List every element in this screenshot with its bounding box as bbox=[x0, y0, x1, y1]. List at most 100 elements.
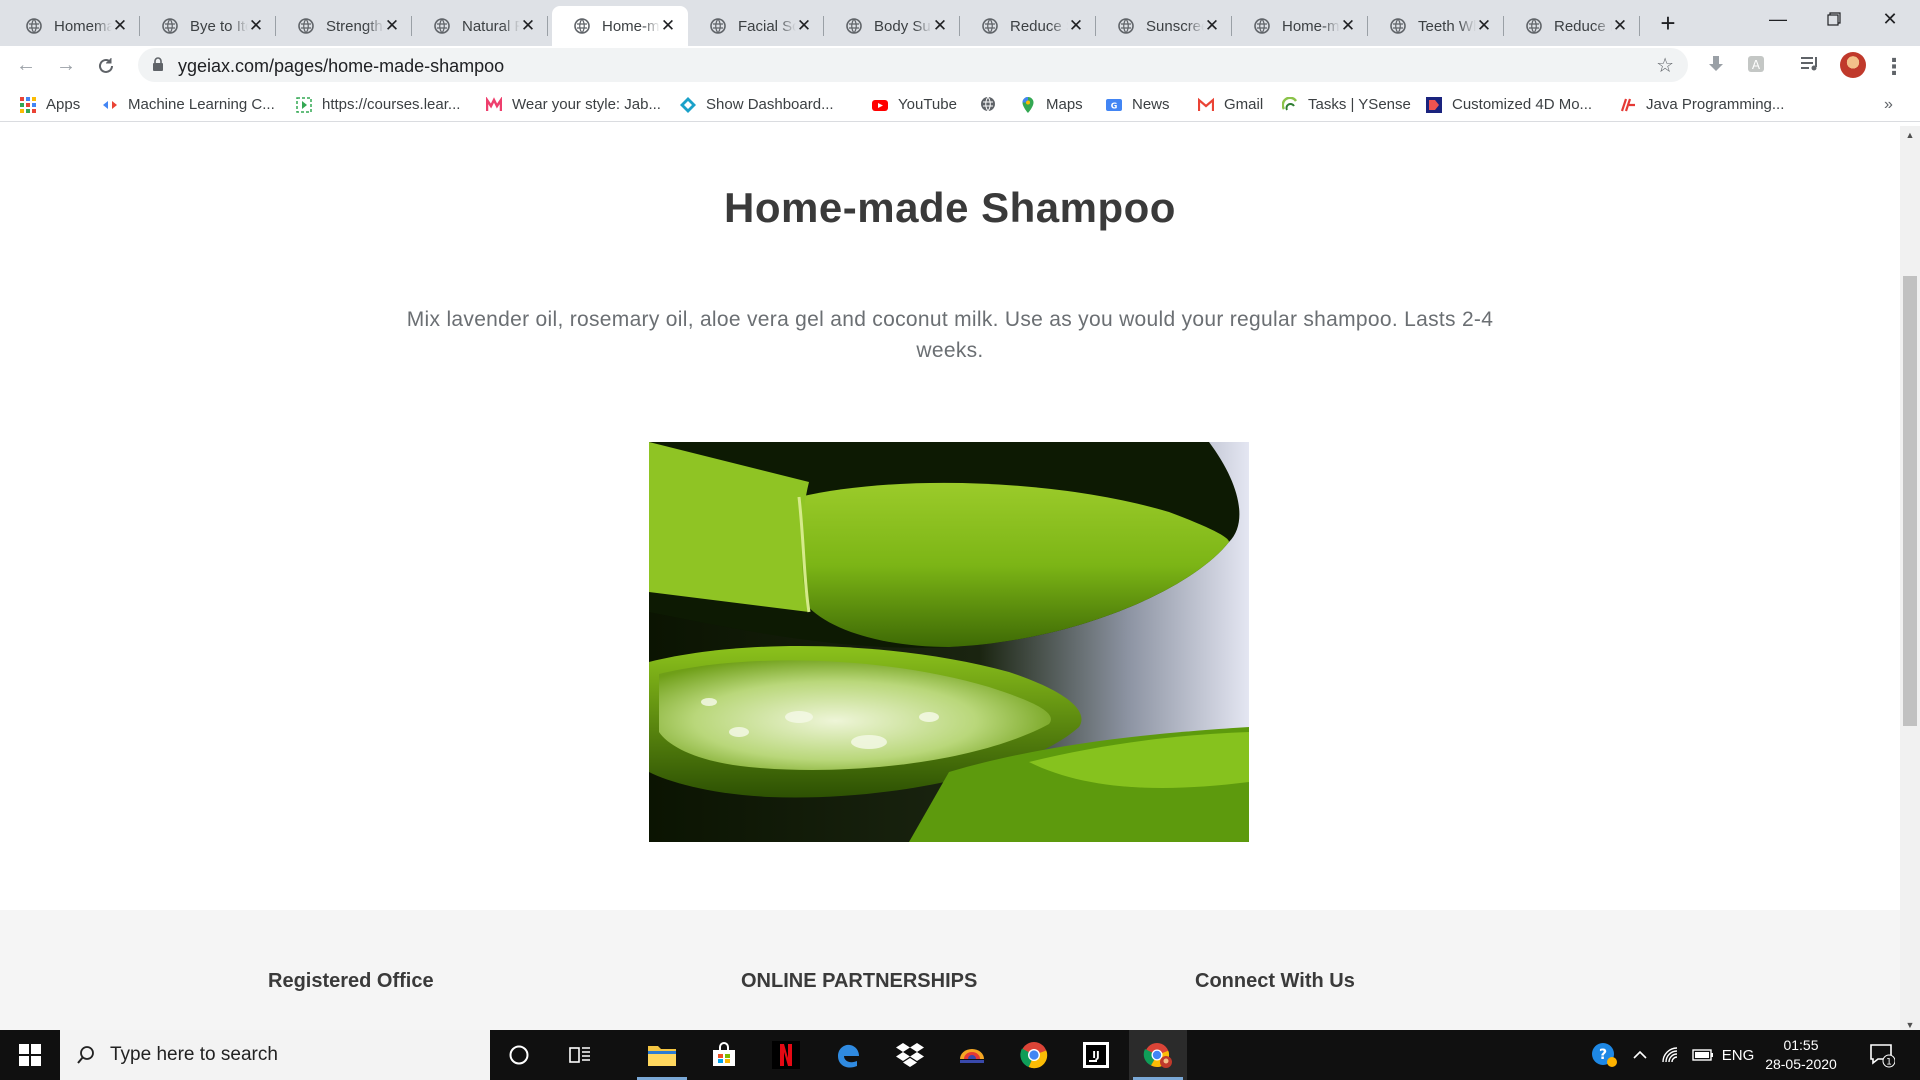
start-button[interactable] bbox=[0, 1030, 60, 1080]
minimize-button[interactable]: — bbox=[1750, 0, 1806, 38]
close-tab-icon[interactable]: ✕ bbox=[1476, 16, 1492, 36]
reload-button[interactable] bbox=[90, 50, 122, 82]
close-tab-icon[interactable]: ✕ bbox=[112, 16, 128, 36]
action-center-button[interactable]: 1 bbox=[1862, 1030, 1902, 1080]
folder-icon bbox=[648, 1046, 676, 1066]
wifi-icon[interactable] bbox=[1656, 1030, 1686, 1080]
bookmark-label: News bbox=[1132, 96, 1170, 113]
task-view-button[interactable] bbox=[551, 1030, 609, 1080]
bookmark-youtube[interactable]: YouTube bbox=[872, 96, 957, 113]
footer-connect-with-us: Connect With Us bbox=[1195, 970, 1355, 992]
bookmark-gmail[interactable]: Gmail bbox=[1198, 96, 1263, 113]
bookmark-apps[interactable]: Apps bbox=[20, 96, 80, 113]
bookmark-news[interactable]: G News bbox=[1106, 96, 1170, 113]
bookmark-label: Gmail bbox=[1224, 96, 1264, 113]
globe-icon bbox=[1118, 18, 1134, 34]
netflix-app[interactable] bbox=[757, 1030, 815, 1080]
globe-icon bbox=[846, 18, 862, 34]
tab-6[interactable]: Facial Scrub ✕ bbox=[688, 6, 824, 46]
bookmark-label: Machine Learning C... bbox=[128, 96, 275, 113]
tab-10[interactable]: Home-made Toothpaste ✕ bbox=[1232, 6, 1368, 46]
bookmark-4d[interactable]: Customized 4D Mo... bbox=[1426, 96, 1592, 113]
svg-text:IJ: IJ bbox=[1092, 1050, 1099, 1061]
tab-3[interactable]: Strengthen Nails ✕ bbox=[276, 6, 412, 46]
globe-icon bbox=[162, 18, 178, 34]
microsoft-store-app[interactable] bbox=[695, 1030, 753, 1080]
close-tab-icon[interactable]: ✕ bbox=[1340, 16, 1356, 36]
tab-9[interactable]: Sunscreen ✕ bbox=[1096, 6, 1232, 46]
download-extension-icon[interactable] bbox=[1704, 54, 1728, 78]
colorful-disc-icon bbox=[960, 1049, 984, 1063]
bookmark-courses[interactable]: https://courses.lear... bbox=[296, 96, 460, 113]
show-hidden-icons-chevron-icon[interactable] bbox=[1626, 1030, 1654, 1080]
globe-icon bbox=[434, 18, 450, 34]
tab-1[interactable]: Homemade Face Mask ✕ bbox=[4, 6, 140, 46]
maps-icon bbox=[1022, 96, 1034, 113]
file-explorer-app[interactable] bbox=[633, 1030, 691, 1080]
edge-app[interactable] bbox=[819, 1030, 877, 1080]
restore-icon bbox=[1827, 12, 1841, 26]
tab-8[interactable]: Reduce Scars ✕ bbox=[960, 6, 1096, 46]
media-app[interactable] bbox=[943, 1030, 1001, 1080]
scroll-up-arrow-icon[interactable]: ▲ bbox=[1900, 130, 1920, 140]
bookmark-label: Show Dashboard... bbox=[706, 96, 834, 113]
tab-12[interactable]: Reduce Pimples ✕ bbox=[1504, 6, 1640, 46]
clock-time: 01:55 bbox=[1783, 1037, 1819, 1053]
page-scrollbar[interactable]: ▲ ▼ bbox=[1900, 126, 1920, 1030]
scroll-down-arrow-icon[interactable]: ▼ bbox=[1900, 1020, 1920, 1030]
tab-5-active[interactable]: Home-made Shampoo ✕ bbox=[552, 6, 688, 46]
tab-11[interactable]: Teeth Whitening ✕ bbox=[1368, 6, 1504, 46]
footer-registered-office: Registered Office bbox=[268, 970, 434, 992]
tab-4[interactable]: Natural Remedies ✕ bbox=[412, 6, 548, 46]
close-window-button[interactable]: ✕ bbox=[1862, 0, 1918, 38]
address-bar[interactable]: ygeiax.com/pages/home-made-shampoo ☆ bbox=[138, 48, 1688, 82]
bookmark-java[interactable]: Java Programming... bbox=[1620, 96, 1784, 113]
close-tab-icon[interactable]: ✕ bbox=[384, 16, 400, 36]
bookmark-star-icon[interactable]: ☆ bbox=[1656, 53, 1674, 78]
bookmark-machine-learning[interactable]: Machine Learning C... bbox=[102, 96, 275, 113]
profile-avatar[interactable] bbox=[1840, 52, 1866, 78]
close-tab-icon[interactable]: ✕ bbox=[248, 16, 264, 36]
bookmark-maps[interactable]: Maps bbox=[1020, 96, 1083, 113]
cortana-button[interactable] bbox=[490, 1030, 548, 1080]
back-button[interactable]: ← bbox=[10, 50, 42, 82]
tab-7[interactable]: Body Sugar Scrub ✕ bbox=[824, 6, 960, 46]
taskbar-search-box[interactable]: Type here to search bbox=[60, 1030, 490, 1080]
chrome-active-app[interactable] bbox=[1129, 1030, 1187, 1080]
intellij-icon: IJ bbox=[1083, 1042, 1109, 1068]
chrome-app[interactable] bbox=[1005, 1030, 1063, 1080]
close-tab-icon[interactable]: ✕ bbox=[1204, 16, 1220, 36]
close-tab-icon[interactable]: ✕ bbox=[796, 16, 812, 36]
scrollbar-thumb[interactable] bbox=[1903, 276, 1917, 726]
extension-icon[interactable]: A bbox=[1744, 54, 1768, 78]
close-tab-icon[interactable]: ✕ bbox=[520, 16, 536, 36]
close-tab-icon[interactable]: ✕ bbox=[932, 16, 948, 36]
tab-title: Strengthen Nails bbox=[326, 17, 384, 35]
globe-icon bbox=[1254, 18, 1270, 34]
bookmarks-overflow-button[interactable]: » bbox=[1884, 96, 1893, 114]
forward-button[interactable]: → bbox=[50, 50, 82, 82]
news-icon: G bbox=[1106, 98, 1122, 111]
language-indicator[interactable]: ENG bbox=[1720, 1030, 1756, 1080]
close-tab-icon[interactable]: ✕ bbox=[1612, 16, 1628, 36]
bookmark-myntra[interactable]: Wear your style: Jab... bbox=[486, 96, 661, 113]
bookmark-globe[interactable] bbox=[980, 96, 1006, 112]
bookmark-show-dashboard[interactable]: Show Dashboard... bbox=[680, 96, 834, 113]
close-tab-icon[interactable]: ✕ bbox=[1068, 16, 1084, 36]
intellij-app[interactable]: IJ bbox=[1067, 1030, 1125, 1080]
menu-kebab-icon[interactable]: ⋮ bbox=[1882, 54, 1906, 79]
new-tab-button[interactable]: + bbox=[1652, 8, 1684, 40]
page-title: Home-made Shampoo bbox=[724, 184, 1176, 231]
aloe-vera-photo bbox=[649, 442, 1249, 842]
restore-button[interactable] bbox=[1806, 0, 1862, 38]
bookmark-ysense[interactable]: Tasks | YSense bbox=[1282, 96, 1411, 113]
battery-icon[interactable] bbox=[1688, 1030, 1718, 1080]
media-control-icon[interactable] bbox=[1798, 54, 1822, 78]
help-tray-icon[interactable]: ? bbox=[1586, 1030, 1622, 1080]
gmail-icon bbox=[1198, 97, 1214, 111]
tab-title: Teeth Whitening bbox=[1418, 17, 1476, 35]
dropbox-app[interactable] bbox=[881, 1030, 939, 1080]
close-tab-icon[interactable]: ✕ bbox=[660, 16, 676, 36]
system-clock[interactable]: 01:55 28-05-2020 bbox=[1756, 1036, 1846, 1074]
tab-2[interactable]: Bye to Itchy Scalp ✕ bbox=[140, 6, 276, 46]
